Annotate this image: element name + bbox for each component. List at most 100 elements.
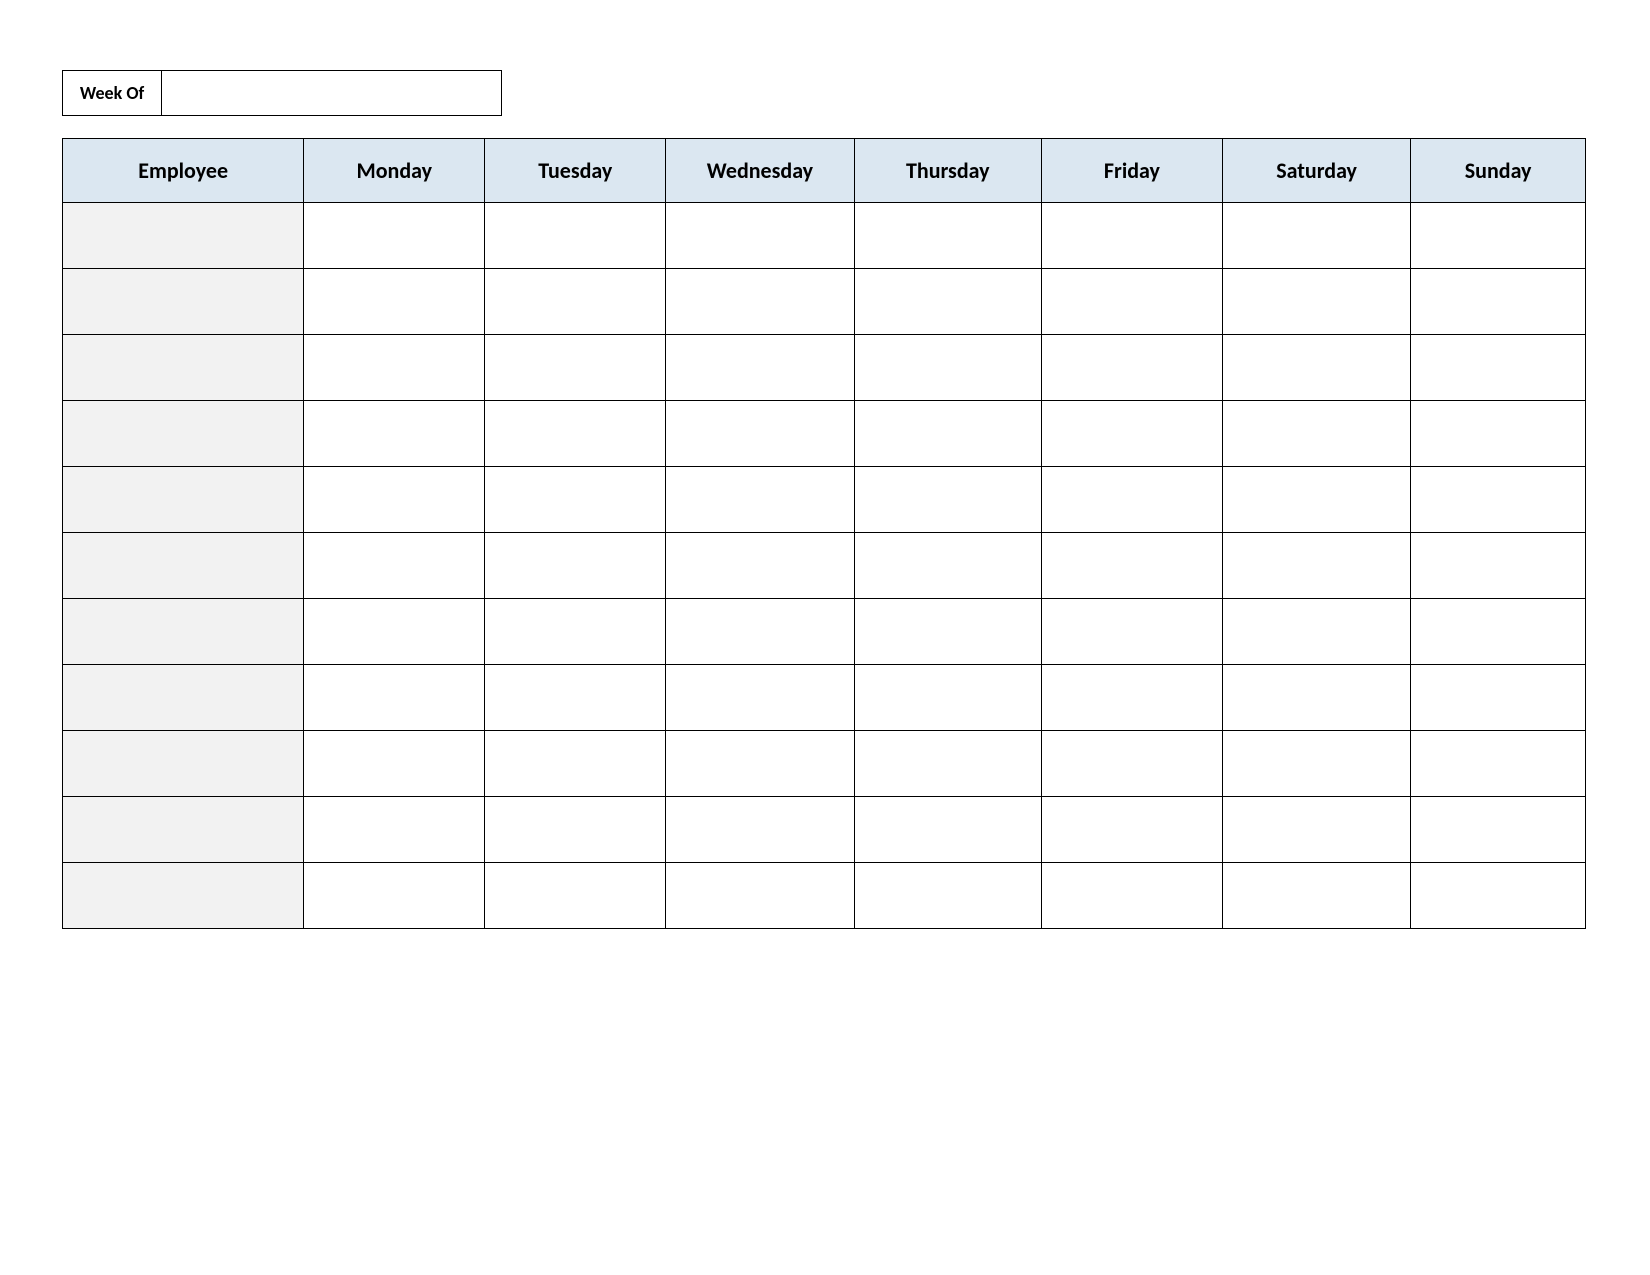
cell-tue[interactable] [485,665,666,731]
cell-tue[interactable] [485,467,666,533]
weekof-input[interactable] [162,70,502,116]
cell-fri[interactable] [1041,599,1222,665]
cell-sat[interactable] [1222,599,1410,665]
table-row [63,863,1586,929]
cell-mon[interactable] [304,335,485,401]
cell-wed[interactable] [666,599,854,665]
cell-mon[interactable] [304,797,485,863]
cell-tue[interactable] [485,599,666,665]
cell-fri[interactable] [1041,863,1222,929]
cell-wed[interactable] [666,797,854,863]
cell-thu[interactable] [854,467,1041,533]
cell-employee[interactable] [63,269,304,335]
cell-wed[interactable] [666,467,854,533]
cell-fri[interactable] [1041,467,1222,533]
cell-thu[interactable] [854,533,1041,599]
cell-thu[interactable] [854,269,1041,335]
cell-mon[interactable] [304,731,485,797]
cell-employee[interactable] [63,797,304,863]
cell-thu[interactable] [854,203,1041,269]
cell-sun[interactable] [1411,599,1586,665]
cell-thu[interactable] [854,401,1041,467]
cell-wed[interactable] [666,269,854,335]
cell-fri[interactable] [1041,203,1222,269]
cell-sat[interactable] [1222,731,1410,797]
cell-sun[interactable] [1411,335,1586,401]
cell-employee[interactable] [63,203,304,269]
cell-tue[interactable] [485,401,666,467]
cell-wed[interactable] [666,203,854,269]
cell-wed[interactable] [666,731,854,797]
cell-sat[interactable] [1222,335,1410,401]
cell-sat[interactable] [1222,863,1410,929]
cell-thu[interactable] [854,863,1041,929]
cell-mon[interactable] [304,599,485,665]
cell-sat[interactable] [1222,467,1410,533]
cell-mon[interactable] [304,533,485,599]
cell-tue[interactable] [485,203,666,269]
cell-thu[interactable] [854,731,1041,797]
table-row [63,665,1586,731]
cell-sun[interactable] [1411,863,1586,929]
cell-sat[interactable] [1222,665,1410,731]
cell-employee[interactable] [63,335,304,401]
cell-sat[interactable] [1222,269,1410,335]
cell-sat[interactable] [1222,203,1410,269]
cell-wed[interactable] [666,335,854,401]
cell-wed[interactable] [666,401,854,467]
cell-fri[interactable] [1041,269,1222,335]
page: Week Of Employee Monday Tuesday Wednesda… [0,0,1650,929]
cell-employee[interactable] [63,863,304,929]
cell-sun[interactable] [1411,269,1586,335]
table-row [63,599,1586,665]
cell-thu[interactable] [854,797,1041,863]
cell-employee[interactable] [63,533,304,599]
cell-wed[interactable] [666,665,854,731]
weekof-label: Week Of [62,70,162,116]
cell-sat[interactable] [1222,797,1410,863]
cell-sun[interactable] [1411,401,1586,467]
cell-mon[interactable] [304,665,485,731]
table-row [63,401,1586,467]
cell-thu[interactable] [854,665,1041,731]
cell-fri[interactable] [1041,401,1222,467]
cell-wed[interactable] [666,863,854,929]
cell-sun[interactable] [1411,203,1586,269]
cell-sun[interactable] [1411,467,1586,533]
cell-fri[interactable] [1041,533,1222,599]
cell-employee[interactable] [63,665,304,731]
cell-mon[interactable] [304,269,485,335]
table-row [63,467,1586,533]
cell-tue[interactable] [485,269,666,335]
cell-thu[interactable] [854,599,1041,665]
cell-wed[interactable] [666,533,854,599]
header-thursday: Thursday [854,139,1041,203]
cell-fri[interactable] [1041,665,1222,731]
cell-mon[interactable] [304,467,485,533]
cell-tue[interactable] [485,731,666,797]
cell-sun[interactable] [1411,665,1586,731]
cell-sun[interactable] [1411,533,1586,599]
cell-tue[interactable] [485,797,666,863]
cell-employee[interactable] [63,467,304,533]
cell-employee[interactable] [63,731,304,797]
cell-tue[interactable] [485,863,666,929]
cell-fri[interactable] [1041,797,1222,863]
cell-sun[interactable] [1411,731,1586,797]
table-row [63,533,1586,599]
cell-employee[interactable] [63,401,304,467]
cell-tue[interactable] [485,533,666,599]
cell-fri[interactable] [1041,335,1222,401]
cell-sat[interactable] [1222,533,1410,599]
cell-tue[interactable] [485,335,666,401]
header-saturday: Saturday [1222,139,1410,203]
cell-thu[interactable] [854,335,1041,401]
cell-mon[interactable] [304,863,485,929]
cell-sat[interactable] [1222,401,1410,467]
cell-mon[interactable] [304,401,485,467]
header-friday: Friday [1041,139,1222,203]
cell-fri[interactable] [1041,731,1222,797]
cell-mon[interactable] [304,203,485,269]
cell-employee[interactable] [63,599,304,665]
cell-sun[interactable] [1411,797,1586,863]
